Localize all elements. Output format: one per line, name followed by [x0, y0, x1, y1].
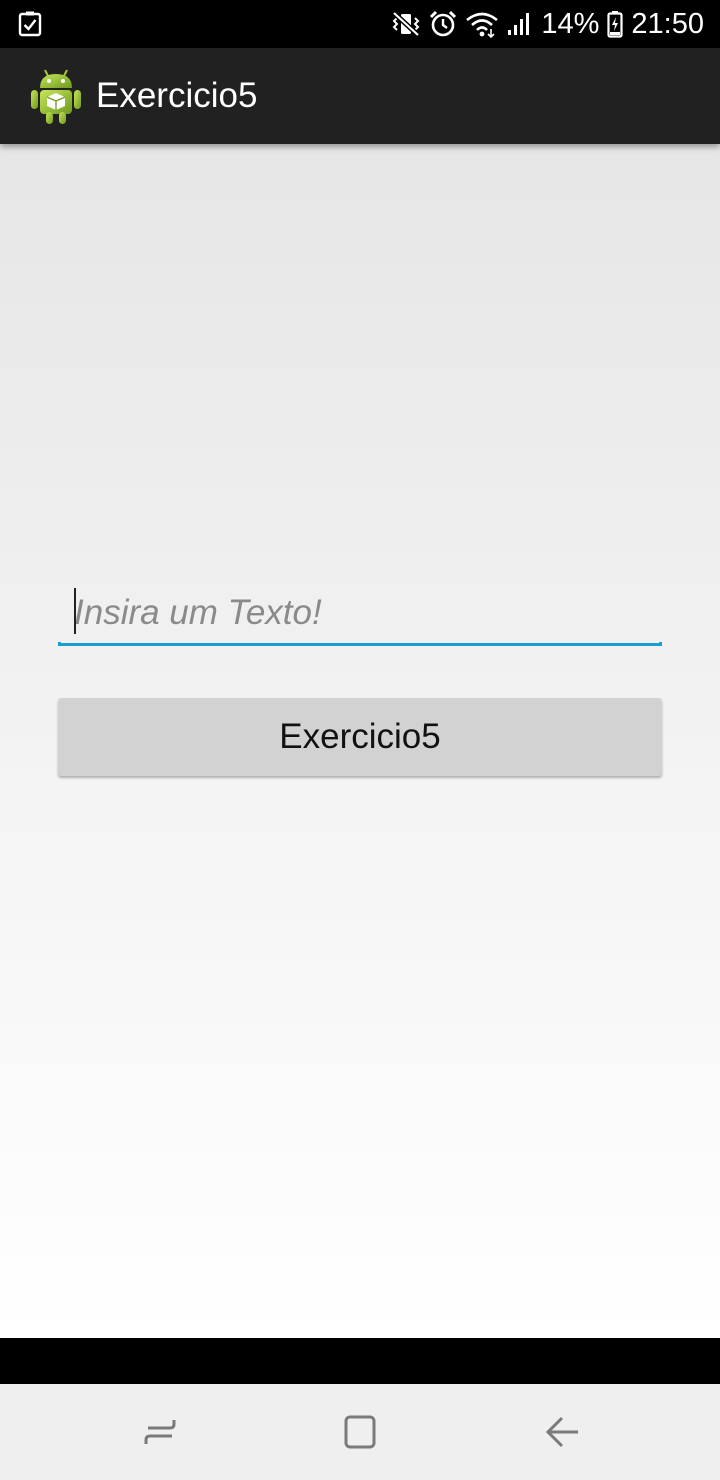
battery-percent: 14%: [541, 8, 600, 40]
task-check-icon: [18, 11, 42, 37]
clock: 21:50: [631, 8, 704, 40]
text-cursor: [74, 588, 76, 634]
signal-icon: [508, 13, 530, 35]
android-robot-icon: [31, 69, 81, 124]
wifi-icon: [466, 12, 499, 38]
app-title: Exercicio5: [96, 76, 258, 115]
text-field-container[interactable]: [58, 584, 662, 646]
battery-charging-icon: [607, 11, 624, 38]
alarm-icon: [430, 10, 457, 37]
text-field-underline: [58, 642, 662, 646]
vibrate-mute-icon: [392, 11, 421, 37]
main-content: Exercicio5: [0, 144, 720, 1338]
navigation-bar: [0, 1384, 720, 1480]
status-bar: 14% 21:50: [0, 0, 720, 48]
home-icon: [344, 1415, 376, 1449]
recent-apps-button[interactable]: [136, 1408, 184, 1456]
home-button[interactable]: [336, 1408, 384, 1456]
recent-apps-icon: [144, 1420, 176, 1444]
status-icons: 14% 21:50: [391, 0, 704, 48]
back-icon: [545, 1416, 578, 1448]
back-button[interactable]: [538, 1408, 586, 1456]
action-bar: Exercicio5: [0, 48, 720, 144]
exercicio5-button[interactable]: Exercicio5: [58, 698, 662, 776]
bottom-divider: [0, 1338, 720, 1384]
text-input[interactable]: [74, 584, 654, 642]
